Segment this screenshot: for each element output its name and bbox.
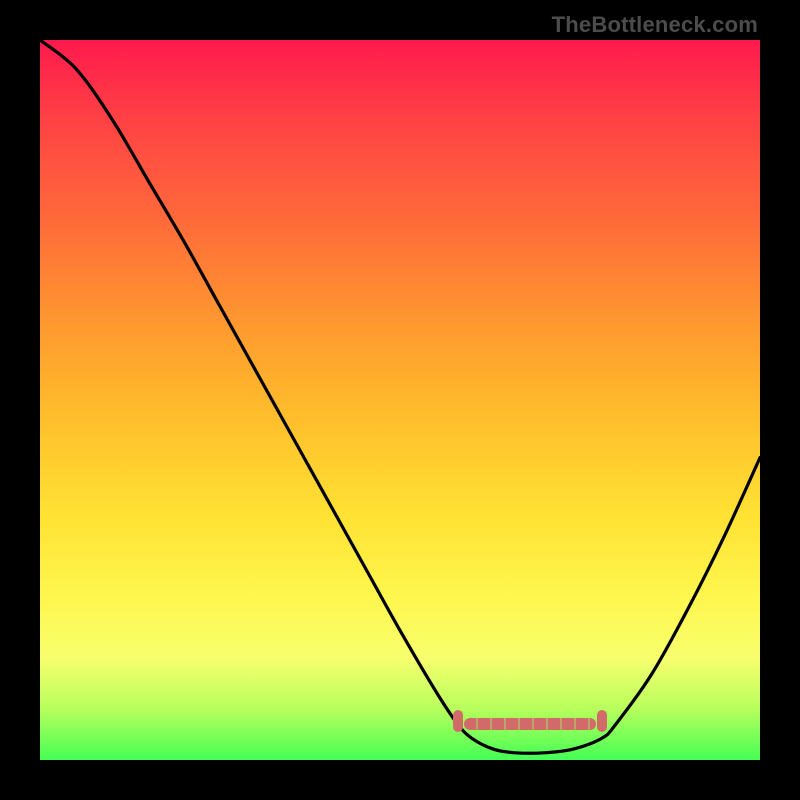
plot-area [40,40,760,760]
watermark-text: TheBottleneck.com [552,12,758,38]
range-marker-band [464,718,596,730]
bottleneck-curve [40,40,760,753]
curve-svg [40,40,760,760]
range-marker-right [597,710,607,732]
chart-frame: TheBottleneck.com [0,0,800,800]
range-marker-left [453,710,463,732]
